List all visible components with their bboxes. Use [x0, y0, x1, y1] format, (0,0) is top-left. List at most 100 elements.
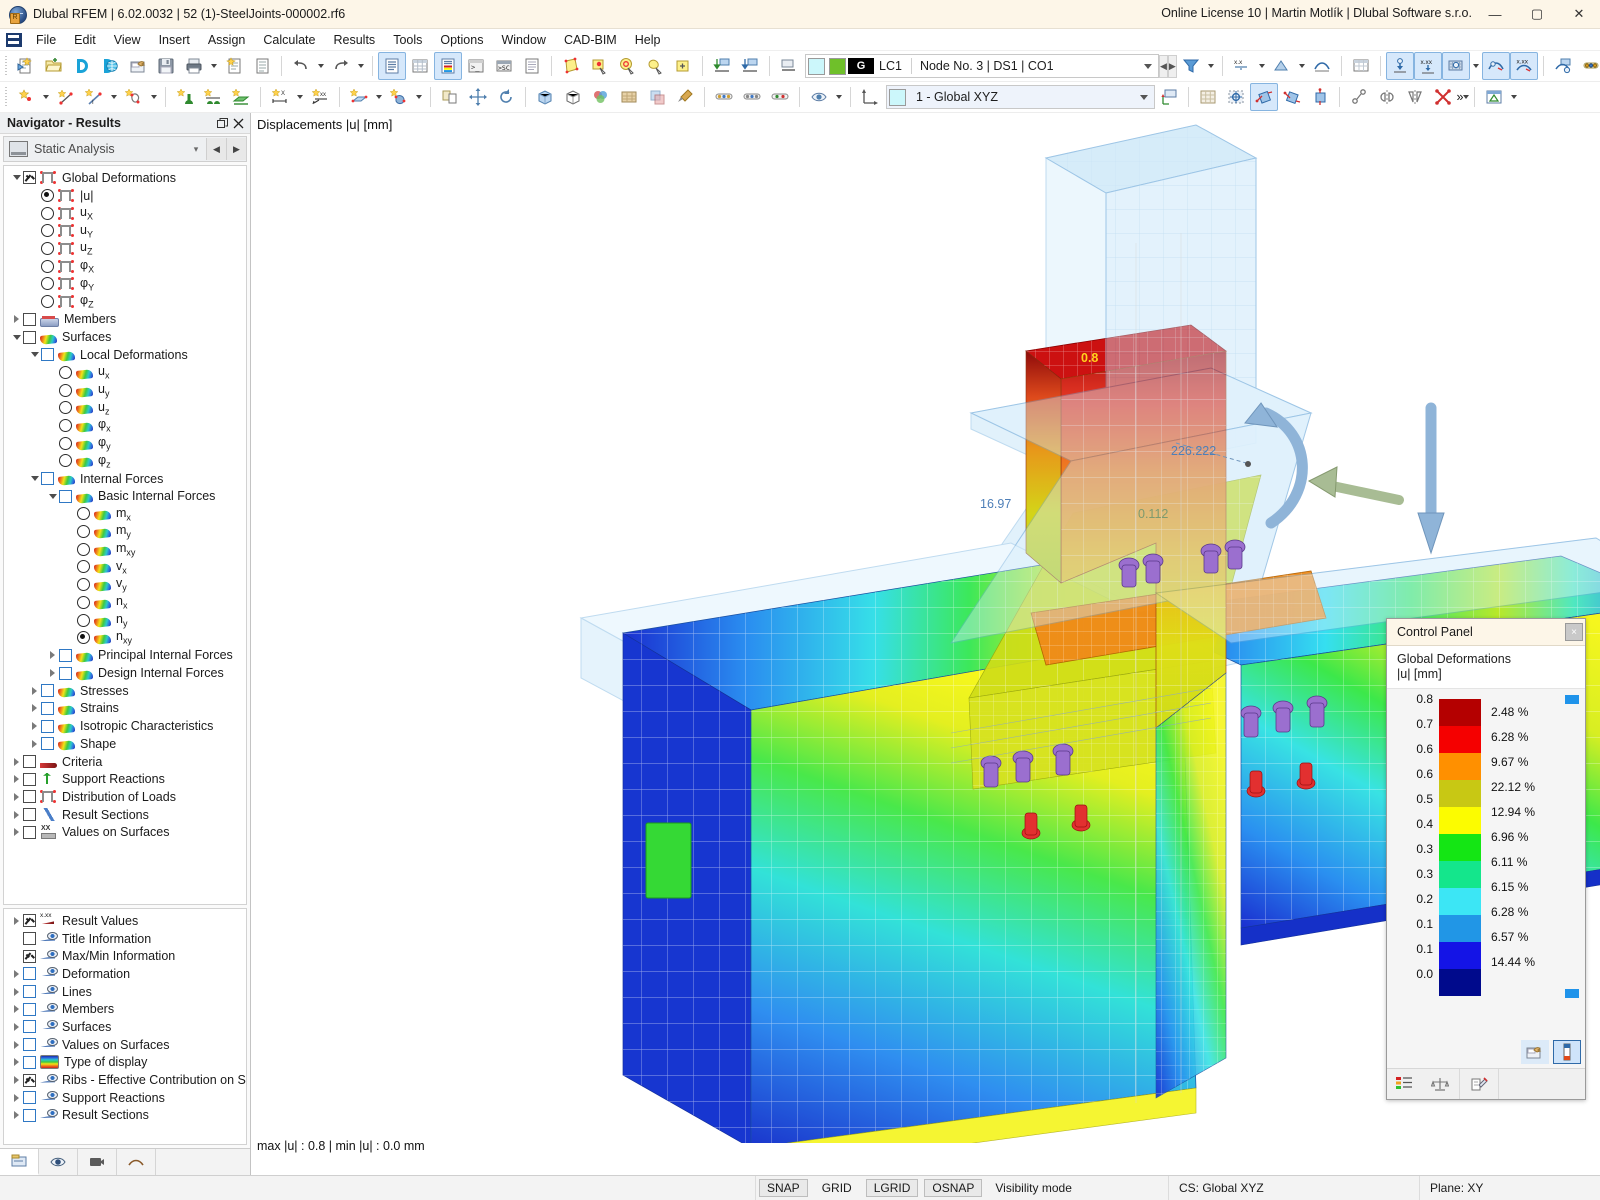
- tree-item[interactable]: Title Information: [4, 930, 246, 948]
- script-button[interactable]: >SC: [490, 52, 518, 80]
- result-diagram-button[interactable]: [1549, 52, 1577, 80]
- radio-button[interactable]: [77, 578, 90, 592]
- checkbox[interactable]: [23, 1055, 36, 1069]
- tree-item[interactable]: Ribs - Effective Contribution on Sur...: [4, 1071, 246, 1089]
- new-solid-caret[interactable]: [413, 84, 425, 110]
- legend-color-bars[interactable]: [1439, 699, 1481, 996]
- menu-edit[interactable]: Edit: [65, 31, 105, 49]
- new-load-surface-button[interactable]: [345, 83, 373, 111]
- checkbox[interactable]: [23, 1091, 36, 1105]
- tree-item[interactable]: my: [4, 523, 246, 541]
- new-nodal-support-button[interactable]: [171, 83, 199, 111]
- expander-icon[interactable]: [10, 1090, 23, 1106]
- move-button[interactable]: [464, 83, 492, 111]
- tree-item[interactable]: uY: [4, 222, 246, 240]
- new-member-button[interactable]: I: [80, 83, 108, 111]
- expander-icon[interactable]: [10, 984, 23, 1000]
- legend-band[interactable]: [1439, 861, 1481, 888]
- expander-icon[interactable]: [10, 789, 23, 805]
- tree-item[interactable]: φX: [4, 257, 246, 275]
- results-table-button[interactable]: [1347, 52, 1375, 80]
- visibility-mode-button[interactable]: [805, 83, 833, 111]
- checkbox[interactable]: [23, 1020, 36, 1034]
- radio-button[interactable]: [41, 277, 54, 291]
- radio-button[interactable]: [77, 542, 90, 556]
- grid-settings-button[interactable]: [1194, 83, 1222, 111]
- expander-icon[interactable]: [28, 347, 41, 363]
- rotate-view-y-button[interactable]: [1278, 83, 1306, 111]
- dock-icon[interactable]: [214, 115, 230, 131]
- checkbox[interactable]: [23, 772, 36, 786]
- tree-item[interactable]: φy: [4, 434, 246, 452]
- select-point-button[interactable]: [585, 52, 613, 80]
- checkbox-checked[interactable]: [23, 171, 36, 185]
- save-button[interactable]: [152, 52, 180, 80]
- radio-button[interactable]: [77, 560, 90, 574]
- display-options-tree[interactable]: Result Values Title Information Max/Min In…: [3, 908, 247, 1145]
- expander-icon[interactable]: [10, 1072, 23, 1088]
- tree-item[interactable]: Result Sections: [4, 806, 246, 824]
- cs-dropdown-caret[interactable]: [1134, 87, 1154, 107]
- expander-icon[interactable]: [10, 807, 23, 823]
- status-osnap-button[interactable]: OSNAP: [924, 1179, 983, 1197]
- values-on-nodes-button[interactable]: x.x: [1228, 52, 1256, 80]
- legend-band[interactable]: [1439, 834, 1481, 861]
- tree-item[interactable]: Values on Surfaces: [4, 1036, 246, 1054]
- surface-grid-caret[interactable]: [1470, 53, 1482, 79]
- expander-icon[interactable]: [46, 665, 59, 681]
- radio-button[interactable]: [77, 595, 90, 609]
- checkbox[interactable]: [41, 719, 54, 733]
- radio-button-selected[interactable]: [41, 189, 54, 203]
- tree-item[interactable]: Type of display: [4, 1054, 246, 1072]
- loadcase-prev-button[interactable]: ◀: [1158, 54, 1168, 78]
- result-values-display-button[interactable]: [1385, 52, 1414, 80]
- checkbox[interactable]: [23, 967, 36, 981]
- new-node-caret[interactable]: [40, 84, 52, 110]
- results-tree[interactable]: Global Deformations |u| uX uY uZ φX φY φZ Member…: [3, 165, 247, 905]
- report-panel-button[interactable]: [518, 52, 546, 80]
- tree-item[interactable]: Members: [4, 1000, 246, 1018]
- loadcase-panel-icon[interactable]: [775, 52, 803, 80]
- checkbox[interactable]: [23, 985, 36, 999]
- tree-item[interactable]: Result Values: [4, 912, 246, 930]
- expander-icon[interactable]: [46, 453, 59, 469]
- legend-edit-icon[interactable]: [1521, 1040, 1549, 1064]
- deformation-display-button[interactable]: [1308, 52, 1336, 80]
- menu-assign[interactable]: Assign: [199, 31, 255, 49]
- expander-icon[interactable]: [46, 364, 59, 380]
- expander-icon[interactable]: [28, 223, 41, 239]
- printout-report-button[interactable]: [220, 52, 248, 80]
- legend-band[interactable]: [1439, 888, 1481, 915]
- radio-button[interactable]: [59, 454, 72, 468]
- expander-icon[interactable]: [10, 771, 23, 787]
- legend-band[interactable]: [1439, 942, 1481, 969]
- tree-item[interactable]: Design Internal Forces: [4, 664, 246, 682]
- tree-item[interactable]: |u|: [4, 187, 246, 205]
- expander-icon[interactable]: [64, 630, 77, 646]
- tree-item[interactable]: Isotropic Characteristics: [4, 717, 246, 735]
- render-solid-button[interactable]: [531, 83, 559, 111]
- maximize-button[interactable]: ▢: [1516, 0, 1558, 28]
- table-panel-button[interactable]: [406, 52, 434, 80]
- expander-icon[interactable]: [46, 435, 59, 451]
- checkbox-checked[interactable]: [23, 949, 36, 963]
- menu-window[interactable]: Window: [492, 31, 554, 49]
- show-above-button[interactable]: [708, 52, 736, 80]
- isolines-button[interactable]: [1481, 52, 1510, 80]
- undo-button[interactable]: [287, 52, 315, 80]
- tree-item[interactable]: mxy: [4, 540, 246, 558]
- legend-slider-min-handle[interactable]: [1565, 989, 1579, 998]
- checkbox-checked[interactable]: [23, 1073, 36, 1087]
- tree-item[interactable]: φZ: [4, 293, 246, 311]
- expander-icon[interactable]: [10, 824, 23, 840]
- menu-options[interactable]: Options: [431, 31, 492, 49]
- undo-history-caret[interactable]: [315, 53, 327, 79]
- tree-item[interactable]: nx: [4, 594, 246, 612]
- more-tools-caret[interactable]: »: [1457, 84, 1469, 110]
- analysis-type-selector[interactable]: Static Analysis ▾ ◀ ▶: [3, 136, 247, 162]
- tree-item[interactable]: φx: [4, 417, 246, 435]
- tree-item[interactable]: nxy: [4, 629, 246, 647]
- select-lasso-button[interactable]: [641, 52, 669, 80]
- print-button[interactable]: [180, 52, 208, 80]
- legend-band[interactable]: [1439, 753, 1481, 780]
